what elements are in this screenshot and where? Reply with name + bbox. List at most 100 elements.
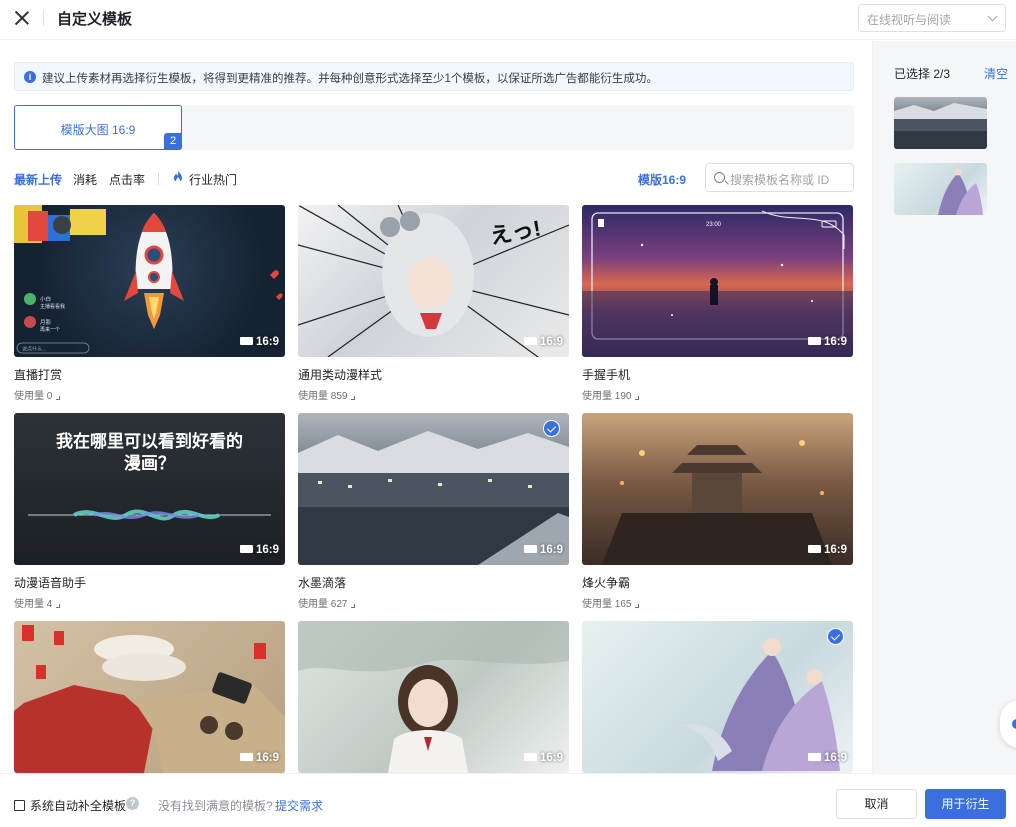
search-placeholder: 搜索模板名称或 ID: [730, 173, 830, 187]
tab-large-image-16-9[interactable]: 模版大图 16:9 2: [14, 105, 182, 150]
sort-ctr[interactable]: 点击率: [109, 171, 145, 188]
template-thumbnail: 23:00 16:9: [582, 205, 853, 357]
checkbox-icon: [14, 800, 25, 811]
template-card[interactable]: 16:9 烽火争霸 使用量 165: [582, 413, 853, 613]
live-input-placeholder: 说点什么...: [22, 346, 46, 353]
screen-icon: [239, 545, 253, 553]
sort-cost[interactable]: 消耗: [73, 171, 97, 188]
ratio-badge: 16:9: [807, 336, 847, 348]
snow-town-illustration: [298, 431, 569, 565]
phone-time: 23:00: [706, 222, 722, 228]
industry-select-value: 在线视听与阅读: [867, 13, 952, 27]
template-thumbnail: 16:9: [582, 413, 853, 565]
autofill-checkbox[interactable]: 系统自动补全模板: [14, 797, 126, 814]
autofill-label: 系统自动补全模板: [30, 799, 127, 813]
ratio-badge: 16:9: [523, 336, 563, 348]
ratio-badge: 16:9: [239, 336, 279, 348]
info-icon: i: [24, 71, 36, 83]
template-grid: 小白 主播看看我 月影 再来一个 说点什么... 16:9 直播打赏 使用量 0: [0, 205, 872, 773]
phone-sunset-illustration: 23:00: [582, 210, 853, 357]
cancel-button[interactable]: 取消: [836, 789, 917, 819]
girl-portrait-illustration: [298, 621, 569, 773]
search-input[interactable]: 搜索模板名称或 ID: [705, 163, 854, 192]
format-tab-bar: 模版大图 16:9 2: [14, 105, 854, 150]
ratio-text: 16:9: [823, 752, 847, 764]
selected-count: 已选择 2/3: [894, 67, 951, 81]
ratio-badge: 16:9: [807, 544, 847, 556]
template-name: 直播打赏: [14, 368, 63, 382]
template-usage: 使用量 627: [298, 595, 355, 610]
ratio-text: 16:9: [823, 336, 847, 348]
template-name: 水墨滴落: [298, 576, 347, 590]
screen-icon: [807, 753, 821, 761]
fantasy-couple-illustration: [682, 638, 840, 771]
fire-icon: [173, 170, 182, 183]
template-card[interactable]: 16:9 水墨滴落 使用量 627: [298, 413, 569, 613]
template-card[interactable]: えっ! 16:9 通用类动漫样式 使用量 859: [298, 205, 569, 405]
template-thumbnail: 我在哪里可以看到好看的漫画？ 16:9: [14, 413, 285, 565]
template-thumbnail: 16:9: [298, 413, 569, 565]
template-card[interactable]: 我在哪里可以看到好看的漫画？ 16:9 动漫语音助手 使用量 4: [14, 413, 285, 613]
ratio-badge: 16:9: [523, 752, 563, 764]
use-for-derivation-button[interactable]: 用于衍生: [925, 789, 1006, 819]
clear-button[interactable]: 清空: [984, 65, 1008, 82]
selected-check-icon[interactable]: [827, 628, 844, 645]
help-icon[interactable]: ?: [126, 797, 139, 810]
template-card[interactable]: 16:9: [14, 621, 285, 773]
close-icon[interactable]: [12, 8, 32, 28]
template-usage: 使用量 4: [14, 595, 60, 610]
ratio-filter[interactable]: 模版16:9: [638, 171, 686, 188]
dialog-footer: 系统自动补全模板 ? 没有找到满意的模板? 提交需求 取消 用于衍生: [0, 773, 1016, 827]
template-name: 烽火争霸: [582, 576, 631, 590]
tab-count-badge: 2: [164, 133, 182, 150]
template-thumbnail: 16:9: [298, 621, 569, 773]
screen-icon: [239, 337, 253, 345]
fantasy-couple-mini: [938, 168, 983, 215]
selected-thumbnail[interactable]: [894, 163, 987, 215]
live-user-1: 小白: [40, 295, 51, 303]
live-msg-1: 主播看看我: [40, 303, 65, 310]
anime-sfx-text: えっ!: [488, 215, 543, 249]
ratio-badge: 16:9: [807, 752, 847, 764]
selected-thumbnail[interactable]: [894, 97, 987, 149]
ratio-text: 16:9: [255, 544, 279, 556]
snow-town-mini: [894, 103, 987, 149]
chevron-down-icon: [987, 11, 998, 22]
template-thumbnail: 16:9: [14, 621, 285, 773]
template-card[interactable]: 16:9: [582, 621, 853, 773]
palace-illustration: [602, 440, 832, 565]
screen-icon: [239, 753, 253, 761]
header-divider: [43, 10, 44, 26]
anime-illustration: えっ!: [298, 205, 569, 357]
page-title: 自定义模板: [57, 11, 133, 28]
live-msg-2: 再来一个: [40, 327, 60, 333]
template-card[interactable]: 23:00 16:9 手握手机 使用量 190: [582, 205, 853, 405]
template-usage: 使用量 165: [582, 595, 639, 610]
dialog-header: 自定义模板 在线视听与阅读: [0, 0, 1016, 40]
ratio-text: 16:9: [823, 544, 847, 556]
industry-select[interactable]: 在线视听与阅读: [858, 4, 1006, 32]
template-card[interactable]: 小白 主播看看我 月影 再来一个 说点什么... 16:9 直播打赏 使用量 0: [14, 205, 285, 405]
clothes-illustration: [14, 625, 285, 773]
sort-newest[interactable]: 最新上传: [14, 171, 62, 188]
screen-icon: [523, 337, 537, 345]
template-name: 通用类动漫样式: [298, 368, 383, 382]
not-found-text: 没有找到满意的模板?: [158, 799, 273, 813]
submit-request-link[interactable]: 提交需求: [275, 797, 323, 814]
screen-icon: [523, 545, 537, 553]
ratio-text: 16:9: [539, 336, 563, 348]
voice-wave-illustration: 我在哪里可以看到好看的漫画？: [28, 432, 271, 521]
ratio-badge: 16:9: [523, 544, 563, 556]
ratio-text: 16:9: [255, 336, 279, 348]
selected-check-icon[interactable]: [543, 420, 560, 437]
sort-industry-hot[interactable]: 行业热门: [189, 171, 237, 188]
screen-icon: [807, 337, 821, 345]
info-notice: i 建议上传素材再选择衍生模板，将得到更精准的推荐。并每种创意形式选择至少1个模…: [14, 62, 854, 91]
tab-label: 模版大图 16:9: [60, 123, 136, 137]
notice-text: 建议上传素材再选择衍生模板，将得到更精准的推荐。并每种创意形式选择至少1个模板，…: [42, 73, 658, 85]
ratio-text: 16:9: [539, 752, 563, 764]
rocket-illustration: 小白 主播看看我 月影 再来一个 说点什么...: [14, 205, 283, 354]
screen-icon: [523, 753, 537, 761]
ratio-badge: 16:9: [239, 544, 279, 556]
template-card[interactable]: 16:9: [298, 621, 569, 773]
